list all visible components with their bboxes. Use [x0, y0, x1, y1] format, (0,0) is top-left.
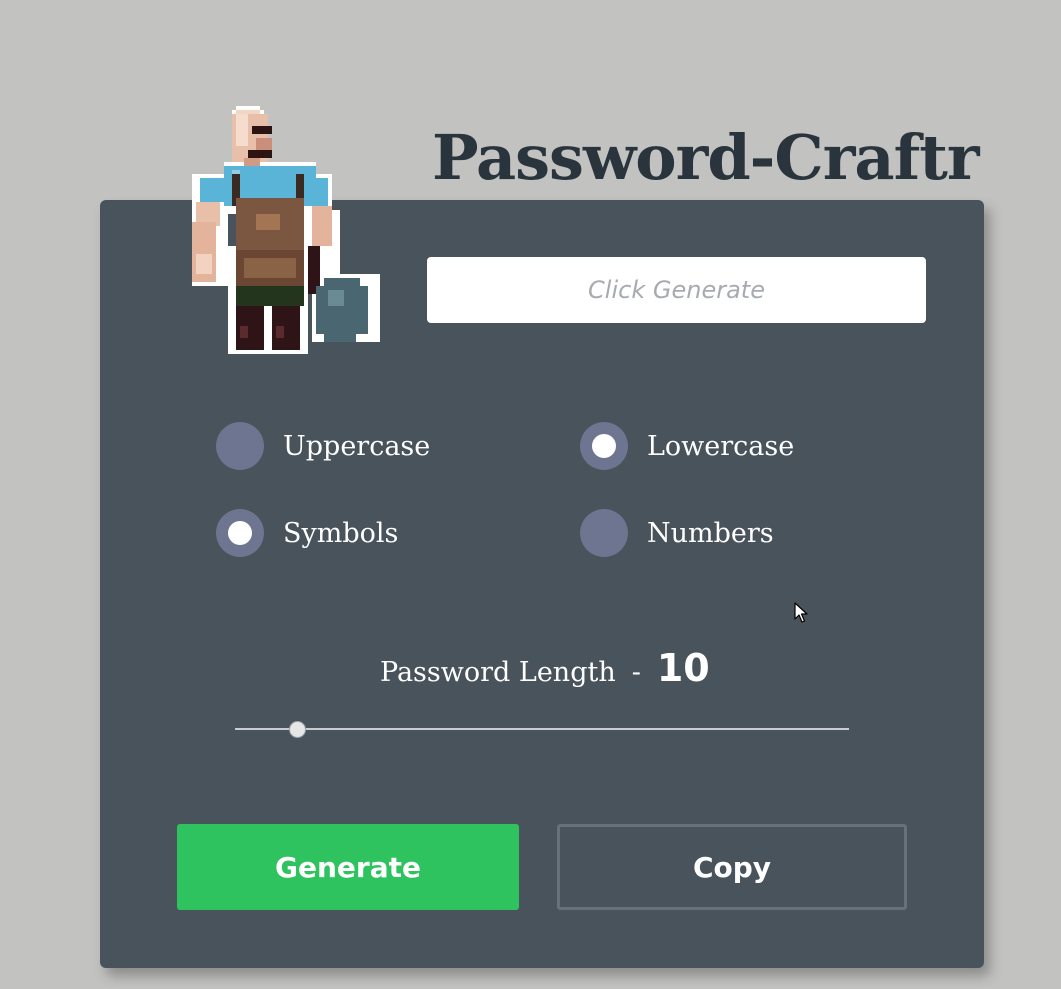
- length-slider-track[interactable]: [235, 728, 849, 730]
- app-title: Password-Craftr: [432, 121, 980, 194]
- uppercase-label: Uppercase: [283, 430, 431, 462]
- symbols-radio[interactable]: [216, 509, 264, 557]
- uppercase-option[interactable]: Uppercase: [216, 422, 430, 470]
- numbers-radio[interactable]: [580, 509, 628, 557]
- generate-button[interactable]: Generate: [177, 824, 519, 910]
- symbols-label: Symbols: [283, 517, 399, 549]
- copy-button[interactable]: Copy: [557, 824, 907, 910]
- lowercase-label: Lowercase: [647, 430, 795, 462]
- uppercase-radio[interactable]: [216, 422, 264, 470]
- lowercase-option[interactable]: Lowercase: [580, 422, 794, 470]
- password-output-field[interactable]: [427, 257, 926, 323]
- numbers-label: Numbers: [647, 517, 774, 549]
- lowercase-radio[interactable]: [580, 422, 628, 470]
- numbers-option[interactable]: Numbers: [580, 509, 774, 557]
- password-length-separator: -: [631, 657, 641, 688]
- password-length-value: 10: [656, 646, 710, 690]
- mouse-pointer-icon: [794, 602, 808, 623]
- symbols-option[interactable]: Symbols: [216, 509, 398, 557]
- blacksmith-mascot-icon: [192, 106, 380, 354]
- password-length-label: Password Length: [380, 657, 616, 688]
- password-length-row: Password Length - 10: [380, 646, 710, 698]
- length-slider-thumb[interactable]: [289, 721, 306, 738]
